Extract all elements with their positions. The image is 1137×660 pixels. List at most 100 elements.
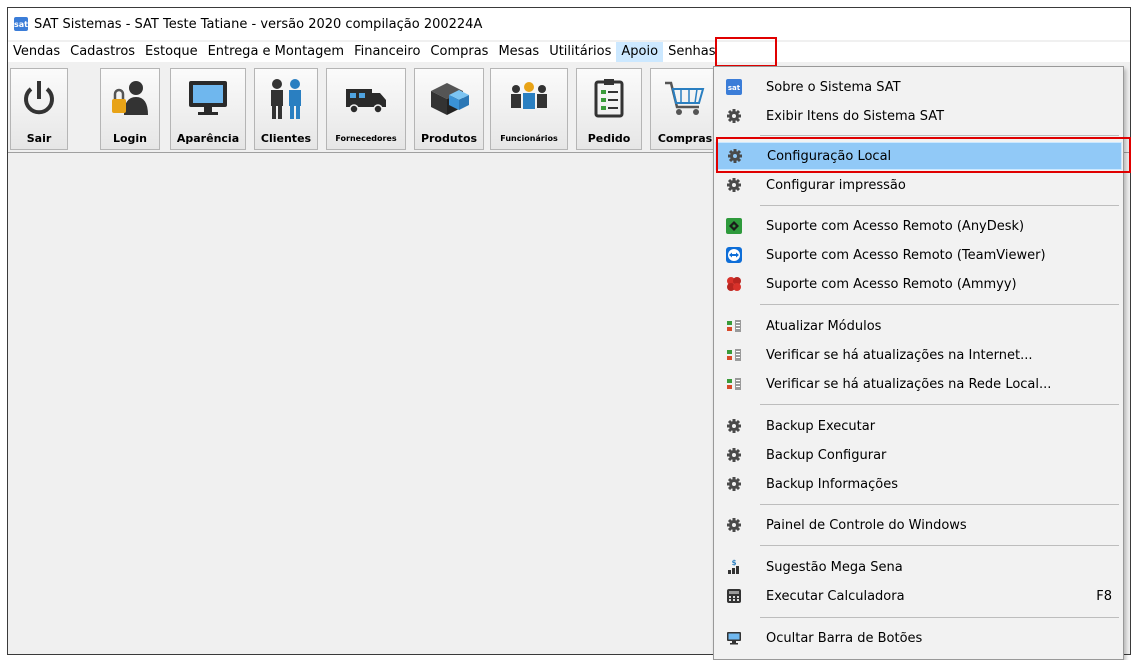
menu-item-exibir-itens[interactable]: Exibir Itens do Sistema SAT: [715, 102, 1122, 130]
menu-item-atualizar-modulos[interactable]: Atualizar Módulos: [715, 312, 1122, 340]
menu-estoque[interactable]: Estoque: [140, 42, 203, 62]
menu-utilitarios[interactable]: Utilitários: [544, 42, 616, 62]
update-icon: [726, 347, 742, 363]
menu-item-label: Configurar impressão: [766, 177, 906, 193]
menu-separator: [760, 404, 1119, 405]
menu-item-label: Executar Calculadora: [766, 588, 905, 604]
menu-bar: Vendas Cadastros Estoque Entrega e Monta…: [8, 42, 1130, 62]
menu-item-label: Backup Configurar: [766, 447, 887, 463]
toolbar-aparencia-button[interactable]: Aparência: [170, 68, 246, 150]
menu-item-mega-sena[interactable]: $ Sugestão Mega Sena: [715, 553, 1122, 581]
menu-item-label: Backup Executar: [766, 418, 876, 434]
app-logo-icon: sat: [14, 17, 28, 31]
gear-icon: [726, 476, 742, 492]
sat-logo-icon: sat: [726, 79, 742, 95]
toolbar-fornecedores-button[interactable]: Fornecedores: [326, 68, 406, 150]
menu-separator: [760, 304, 1119, 305]
menu-item-label: Backup Informações: [766, 476, 899, 492]
title-bar: sat SAT Sistemas - SAT Teste Tatiane - v…: [8, 8, 1130, 40]
menu-item-backup-executar[interactable]: Backup Executar: [715, 412, 1122, 440]
gear-icon: [726, 418, 742, 434]
toolbar-produtos-label: Produtos: [420, 132, 478, 145]
user-lock-icon: [112, 81, 148, 115]
menu-item-label: Exibir Itens do Sistema SAT: [766, 108, 945, 124]
menu-item-atualizacoes-internet[interactable]: Verificar se há atualizações na Internet…: [715, 341, 1122, 369]
toolbar-funcionarios-button[interactable]: Funcionários: [490, 68, 568, 150]
gear-icon: [727, 148, 743, 164]
menu-item-painel-controle[interactable]: Painel de Controle do Windows: [715, 511, 1122, 539]
menu-entrega-montagem[interactable]: Entrega e Montagem: [203, 42, 349, 62]
shortcut-label: F8: [1096, 588, 1112, 604]
menu-item-teamviewer[interactable]: Suporte com Acesso Remoto (TeamViewer): [715, 241, 1122, 269]
menu-item-label: Atualizar Módulos: [766, 318, 882, 334]
toolbar-sair-button[interactable]: Sair: [10, 68, 68, 150]
toolbar-clientes-button[interactable]: Clientes: [254, 68, 318, 150]
gear-icon: [726, 447, 742, 463]
toolbar-produtos-button[interactable]: Produtos: [414, 68, 484, 150]
teamviewer-icon: [726, 247, 742, 263]
menu-item-anydesk[interactable]: Suporte com Acesso Remoto (AnyDesk): [715, 212, 1122, 240]
menu-item-label: Verificar se há atualizações na Internet…: [766, 347, 1033, 363]
menu-item-atualizacoes-rede-local[interactable]: Verificar se há atualizações na Rede Loc…: [715, 370, 1122, 398]
menu-separator: [760, 135, 1119, 136]
menu-item-ammyy[interactable]: Suporte com Acesso Remoto (Ammyy): [715, 270, 1122, 298]
toolbar-sair-label: Sair: [26, 132, 52, 145]
menu-item-label: Suporte com Acesso Remoto (Ammyy): [766, 276, 1017, 292]
menu-separator: [760, 617, 1119, 618]
toolbar-fornecedores-label: Fornecedores: [335, 134, 397, 143]
menu-item-ocultar-barra[interactable]: Ocultar Barra de Botões: [715, 624, 1122, 652]
toolbar-compras-label: Compras: [657, 132, 713, 145]
menu-item-backup-configurar[interactable]: Backup Configurar: [715, 441, 1122, 469]
update-icon: [726, 318, 742, 334]
apoio-dropdown-menu: sat Sobre o Sistema SAT Exibir Itens do …: [713, 66, 1124, 660]
truck-icon: [346, 89, 386, 114]
monitor-icon: [189, 81, 227, 115]
monitor-icon: [726, 630, 742, 646]
menu-vendas[interactable]: Vendas: [8, 42, 65, 62]
toolbar-pedido-button[interactable]: Pedido: [576, 68, 642, 150]
toolbar-aparencia-label: Aparência: [176, 132, 240, 145]
toolbar-login-button[interactable]: Login: [100, 68, 160, 150]
menu-item-label: Suporte com Acesso Remoto (TeamViewer): [766, 247, 1046, 263]
menu-apoio[interactable]: Apoio: [616, 42, 664, 62]
toolbar-clientes-label: Clientes: [260, 132, 312, 145]
toolbar-funcionarios-label: Funcionários: [500, 134, 558, 143]
checklist-icon: [594, 79, 624, 118]
menu-item-label: Suporte com Acesso Remoto (AnyDesk): [766, 218, 1025, 234]
menu-item-label: Configuração Local: [767, 148, 892, 164]
update-icon: [726, 376, 742, 392]
menu-cadastros[interactable]: Cadastros: [65, 42, 140, 62]
menu-item-calculadora[interactable]: Executar Calculadora F8: [715, 582, 1122, 610]
menu-separator: [760, 205, 1119, 206]
power-icon: [24, 81, 54, 115]
menu-item-label: Verificar se há atualizações na Rede Loc…: [766, 376, 1052, 392]
menu-item-label: Painel de Controle do Windows: [766, 517, 967, 533]
gear-icon: [726, 517, 742, 533]
gear-icon: [726, 177, 742, 193]
dollar-chart-icon: $: [726, 559, 742, 575]
menu-item-label: Ocultar Barra de Botões: [766, 630, 923, 646]
svg-text:sat: sat: [728, 84, 741, 92]
gear-icon: [726, 108, 742, 124]
menu-item-label: Sobre o Sistema SAT: [766, 79, 901, 95]
menu-mesas[interactable]: Mesas: [493, 42, 544, 62]
menu-compras[interactable]: Compras: [425, 42, 493, 62]
menu-item-label: Sugestão Mega Sena: [766, 559, 903, 575]
window-title: SAT Sistemas - SAT Teste Tatiane - versã…: [34, 16, 483, 32]
toolbar-pedido-label: Pedido: [587, 132, 631, 145]
team-icon: [511, 82, 547, 109]
ammyy-icon: [726, 276, 742, 292]
cart-icon: [665, 81, 705, 115]
menu-item-backup-informacoes[interactable]: Backup Informações: [715, 470, 1122, 498]
menu-senhas[interactable]: Senhas: [663, 42, 720, 62]
menu-separator: [760, 504, 1119, 505]
svg-text:$: $: [732, 559, 737, 567]
menu-item-sobre-sistema[interactable]: sat Sobre o Sistema SAT: [715, 73, 1122, 101]
people-icon: [271, 79, 301, 119]
menu-financeiro[interactable]: Financeiro: [349, 42, 425, 62]
toolbar-compras-button[interactable]: Compras: [650, 68, 720, 150]
calculator-icon: [726, 588, 742, 604]
menu-item-configuracao-local[interactable]: Configuração Local: [715, 142, 1122, 170]
boxes-icon: [431, 83, 469, 115]
menu-item-configurar-impressao[interactable]: Configurar impressão: [715, 171, 1122, 199]
